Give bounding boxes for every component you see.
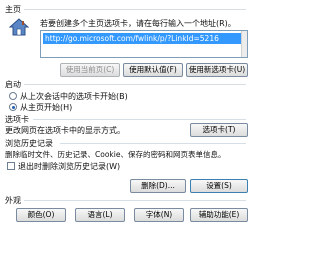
languages-button[interactable]: 语言(L): [75, 208, 125, 222]
appearance-section-title: 外观: [5, 196, 21, 205]
accessibility-button[interactable]: 辅助功能(E): [190, 208, 248, 222]
tabs-group-line: [33, 119, 246, 120]
tabs-section-title: 选项卡: [5, 115, 29, 124]
radio-last-session-label: 从上次会话中的选项卡开始(B): [20, 92, 128, 101]
radio-home-page[interactable]: [9, 103, 17, 111]
home-url-textarea[interactable]: http://go.microsoft.com/fwlink/p/?LinkId…: [40, 30, 248, 58]
use-new-tab-button[interactable]: 使用新选项卡(U): [186, 63, 248, 77]
tabs-button[interactable]: 选项卡(T): [190, 123, 248, 137]
home-url-value: http://go.microsoft.com/fwlink/p/?LinkId…: [45, 34, 219, 43]
use-default-button[interactable]: 使用默认值(F): [123, 63, 183, 77]
home-house-icon: [8, 17, 30, 37]
startup-section-title: 启动: [5, 80, 21, 89]
radio-last-session[interactable]: [9, 92, 17, 100]
home-group-line: [24, 9, 246, 10]
tabs-description: 更改网页在选项卡中的显示方式。: [5, 126, 125, 135]
use-current-button[interactable]: 使用当前页(C): [60, 63, 120, 77]
history-group-line: [60, 143, 246, 144]
fonts-button[interactable]: 字体(N): [134, 208, 184, 222]
url-scrollbar[interactable]: [241, 31, 247, 57]
radio-home-page-label: 从主页开始(H): [20, 103, 73, 112]
history-section-title: 浏览历史记录: [5, 139, 53, 148]
appearance-group-line: [24, 200, 246, 201]
delete-history-button[interactable]: 删除(D)...: [130, 179, 186, 193]
history-description: 删除临时文件、历史记录、Cookie、保存的密码和网页表单信息。: [5, 150, 226, 159]
delete-on-exit-label: 退出时删除浏览历史记录(W): [18, 162, 121, 171]
home-instruction: 若要创建多个主页选项卡，请在每行输入一个地址(R)。: [40, 19, 236, 28]
home-section-title: 主页: [5, 5, 21, 14]
colors-button[interactable]: 颜色(O): [16, 208, 66, 222]
history-settings-button[interactable]: 设置(S): [190, 179, 248, 193]
delete-on-exit-checkbox[interactable]: [7, 162, 15, 170]
startup-group-line: [24, 84, 246, 85]
